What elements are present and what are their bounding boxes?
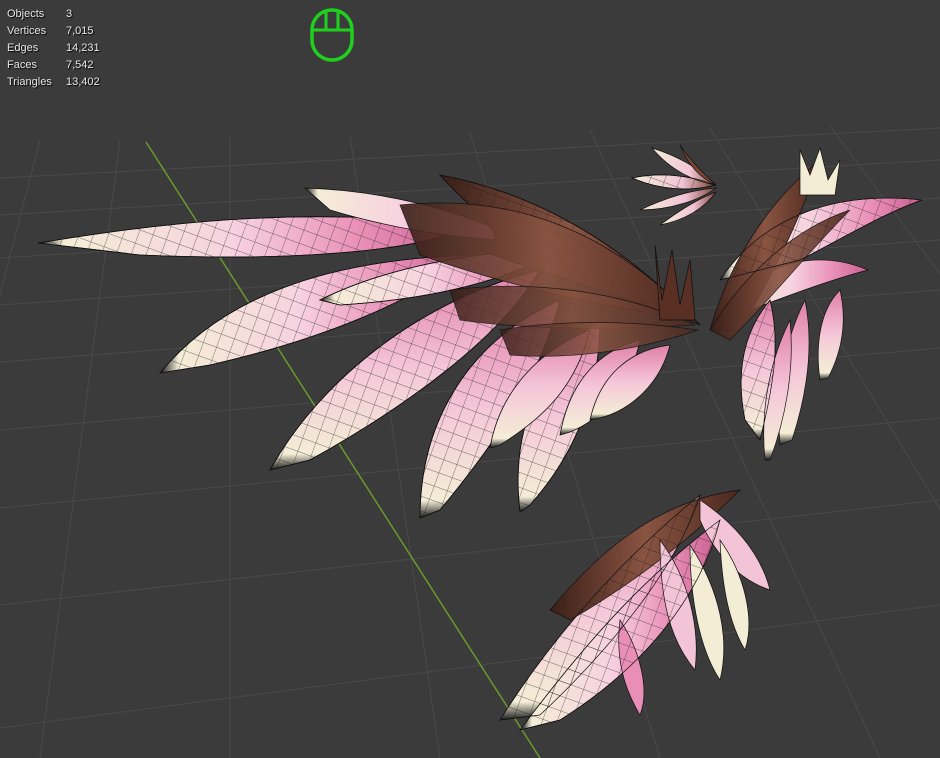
stat-value: 14,231 — [66, 42, 100, 54]
stat-value: 7,015 — [66, 25, 94, 37]
stat-label: Vertices — [7, 25, 47, 37]
stat-value: 7,542 — [66, 59, 94, 71]
stat-triangles: Triangles 13,402 — [7, 74, 100, 91]
stat-objects: Objects 3 — [7, 6, 100, 23]
large-wing-mesh — [37, 174, 701, 519]
stat-vertices: Vertices 7,015 — [7, 23, 100, 40]
stat-value: 3 — [66, 8, 73, 20]
mouse-icon — [310, 8, 354, 62]
stat-label: Triangles — [7, 76, 52, 88]
3d-viewport[interactable]: Objects 3 Vertices 7,015 Edges 14,231 Fa… — [0, 0, 940, 758]
stat-value: 13,402 — [66, 76, 100, 88]
stat-label: Edges — [7, 42, 39, 54]
stat-label: Faces — [7, 59, 37, 71]
stat-edges: Edges 14,231 — [7, 40, 100, 57]
stat-label: Objects — [7, 8, 45, 20]
scene-statistics: Objects 3 Vertices 7,015 Edges 14,231 Fa… — [7, 6, 100, 91]
stat-faces: Faces 7,542 — [7, 57, 100, 74]
bottom-wing-mesh — [499, 489, 771, 731]
scene-canvas[interactable] — [0, 0, 940, 758]
